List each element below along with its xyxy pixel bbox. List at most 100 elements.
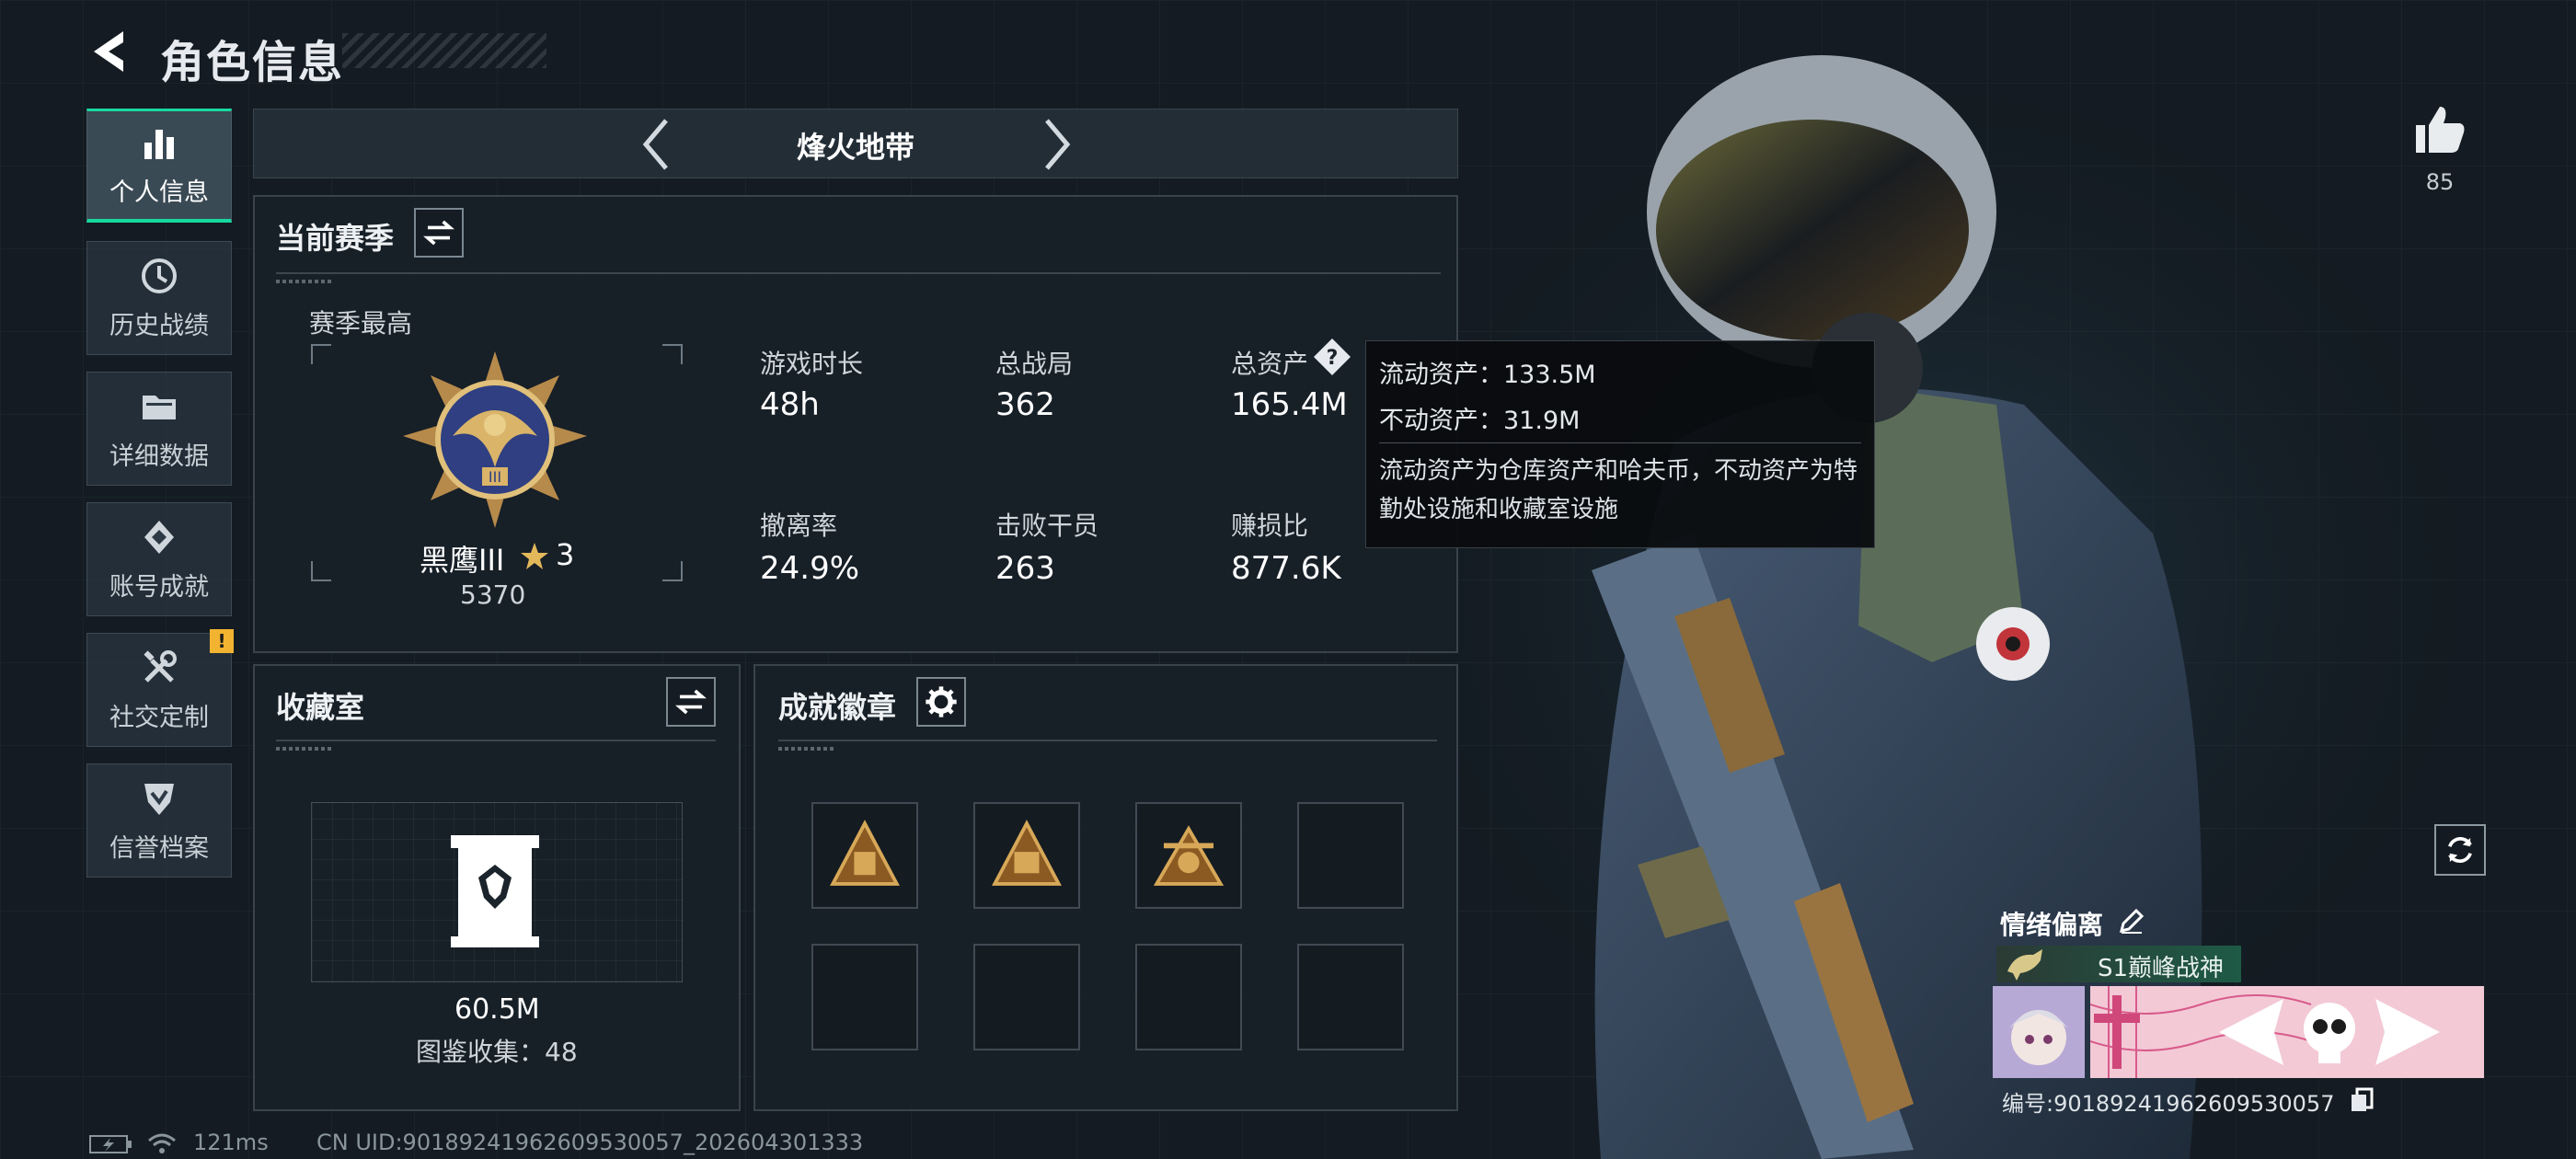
network-ping: 121ms	[193, 1130, 269, 1155]
achievements-settings-button[interactable]	[916, 677, 966, 727]
stat-value-matches: 362	[995, 386, 1055, 423]
stat-value-kills: 263	[995, 550, 1055, 587]
edit-pencil-icon[interactable]	[2118, 907, 2145, 935]
player-id: 编号:9018924196260953005​7	[2002, 1091, 2335, 1117]
avatar-image	[1993, 986, 2085, 1078]
sidebar-item-detailed-data[interactable]: 详细数据	[86, 372, 232, 486]
svg-text:?: ?	[1327, 347, 1339, 370]
sidebar-item-personal-info[interactable]: 个人信息	[86, 109, 232, 223]
divider	[1379, 442, 1861, 443]
help-icon[interactable]: ?	[1312, 337, 1352, 377]
decoration-bar	[276, 280, 331, 283]
next-arrow-icon[interactable]	[1029, 115, 1084, 174]
gear-icon	[926, 686, 957, 717]
stat-value-profit-ratio: 877.6K	[1231, 550, 1341, 587]
frame-corner	[311, 344, 331, 364]
sidebar-item-label: 历史战绩	[109, 311, 209, 340]
stat-label-kills: 击败干员	[995, 511, 1099, 541]
collection-value: 60.5M	[454, 993, 540, 1026]
refresh-icon	[2448, 837, 2472, 863]
assets-tooltip: 流动资产：133.5M 不动资产：31.9M 流动资产为仓库资产和哈夫币，不动资…	[1365, 340, 1875, 548]
frame-corner	[311, 561, 331, 581]
page-title: 角色信息	[160, 37, 345, 88]
star-icon	[521, 543, 548, 569]
achievements-title: 成就徽章	[778, 690, 897, 725]
achievement-diamond-icon	[144, 520, 174, 554]
tooltip-fixed-assets: 不动资产：31.9M	[1379, 407, 1581, 435]
badge-slot[interactable]	[973, 802, 1080, 909]
season-selector: 烽火地带	[253, 109, 1458, 178]
sidebar-item-label: 详细数据	[109, 442, 209, 471]
dinosaur-title-icon	[2007, 949, 2042, 981]
frame-corner	[662, 561, 683, 581]
switch-season-button[interactable]	[414, 208, 464, 258]
swap-icon	[423, 220, 454, 246]
badge-slot[interactable]	[1297, 802, 1404, 909]
season-name: 烽火地带	[796, 130, 914, 165]
thumbs-up-icon[interactable]	[2410, 99, 2469, 158]
rank-emblem-icon: III	[403, 351, 587, 528]
stat-value-extract-rate: 24.9%	[760, 550, 860, 587]
stat-value-playtime: 48h	[760, 386, 820, 423]
stat-label-matches: 总战局	[995, 349, 1074, 379]
title-tag-text: S1巅峰战神	[2098, 955, 2225, 982]
swap-icon	[675, 689, 707, 715]
battery-charging-icon	[89, 1135, 132, 1153]
stat-label-extract-rate: 撤离率	[760, 511, 838, 541]
badge-triangle-icon	[1153, 825, 1225, 886]
back-arrow-icon[interactable]	[85, 26, 136, 77]
rank-points: 5370	[460, 580, 526, 610]
stat-value-assets: 165.4M	[1231, 386, 1348, 423]
badge-slot[interactable]	[973, 944, 1080, 1050]
divider	[276, 272, 1441, 274]
sidebar-item-label: 信誉档案	[109, 833, 209, 863]
refresh-button[interactable]	[2434, 824, 2486, 876]
sidebar-item-history[interactable]: 历史战绩	[86, 241, 232, 355]
badge-triangle-icon	[830, 820, 900, 886]
current-season-title: 当前赛季	[276, 221, 395, 256]
sidebar-item-reputation[interactable]: 信誉档案	[86, 763, 232, 878]
display-case-icon	[451, 835, 539, 947]
switch-collection-button[interactable]	[666, 677, 716, 727]
badge-slot[interactable]	[1297, 944, 1404, 1050]
tools-icon	[144, 649, 177, 683]
divider	[778, 740, 1437, 741]
warning-badge: !	[210, 629, 234, 653]
badge-slot[interactable]	[1135, 944, 1242, 1050]
copy-icon[interactable]	[2348, 1085, 2375, 1113]
svg-text:III: III	[489, 468, 501, 486]
player-name: 情绪偏离	[2000, 910, 2104, 940]
decoration-bar	[778, 747, 834, 751]
stat-label-assets: 总资产	[1231, 349, 1309, 379]
rank-caption: 赛季最高	[309, 308, 413, 339]
rank-name: 黑鹰III	[420, 543, 505, 578]
avatar[interactable]	[1993, 986, 2085, 1078]
like-count: 85	[2425, 169, 2455, 195]
badge-slot[interactable]	[811, 944, 918, 1050]
divider	[276, 740, 716, 741]
folder-icon	[143, 395, 176, 419]
title-decoration	[342, 33, 546, 68]
shield-check-icon	[144, 783, 174, 815]
tooltip-description: 流动资产为仓库资产和哈夫币，不动资产为特勤处设施和收藏室设施	[1379, 457, 1858, 523]
tooltip-liquid-assets: 流动资产：133.5M	[1379, 361, 1596, 389]
sidebar-item-label: 个人信息	[109, 178, 209, 207]
sidebar-item-label: 社交定制	[109, 703, 209, 732]
stat-label-playtime: 游戏时长	[760, 349, 864, 379]
profile-banner[interactable]	[2090, 986, 2484, 1078]
badge-slot[interactable]	[811, 802, 918, 909]
stat-label-profit-ratio: 赚损比	[1231, 511, 1309, 541]
skull-banner-image	[2090, 986, 2484, 1078]
collection-title: 收藏室	[276, 690, 365, 725]
badge-slot[interactable]	[1135, 802, 1242, 909]
sidebar-item-label: 账号成就	[109, 572, 209, 602]
collection-catalog: 图鉴收集：48	[416, 1037, 578, 1067]
badge-triangle-icon	[992, 820, 1062, 886]
bar-chart-icon	[144, 130, 174, 159]
history-clock-icon	[142, 258, 177, 293]
wifi-icon	[148, 1133, 176, 1153]
user-uid: CN UID:9018924196260953005​7_20260430133…	[316, 1130, 864, 1155]
sidebar-item-achievements[interactable]: 账号成就	[86, 502, 232, 616]
frame-corner	[662, 344, 683, 364]
decoration-bar	[276, 747, 331, 751]
